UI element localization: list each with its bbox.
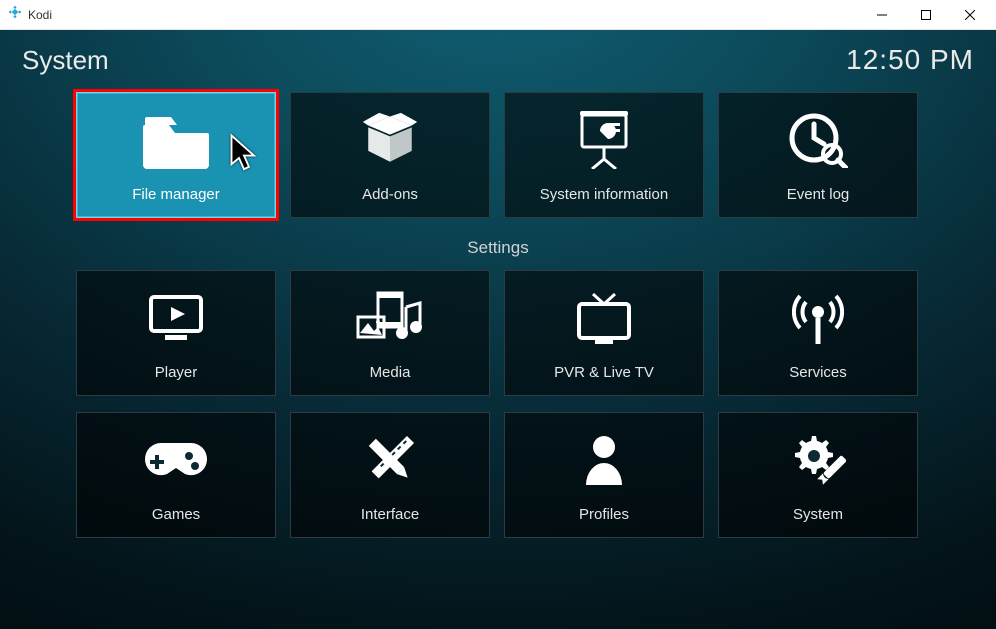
titlebar: Kodi: [0, 0, 996, 30]
app-body: System 12:50 PM File manager: [0, 30, 996, 629]
tile-profiles[interactable]: Profiles: [504, 412, 704, 538]
kodi-logo-icon: [8, 5, 22, 24]
minimize-button[interactable]: [860, 1, 904, 29]
tile-pvr-live-tv[interactable]: PVR & Live TV: [504, 270, 704, 396]
tile-games[interactable]: Games: [76, 412, 276, 538]
box-open-icon: [361, 108, 419, 172]
tile-file-manager[interactable]: File manager: [76, 92, 276, 218]
row-top: File manager Add-ons System informati: [76, 92, 920, 218]
tv-icon: [575, 286, 633, 350]
tile-label: System: [793, 506, 843, 523]
tile-label: File manager: [132, 186, 220, 203]
tile-label: Event log: [787, 186, 850, 203]
gamepad-icon: [143, 428, 209, 492]
clock-search-icon: [788, 108, 848, 172]
tile-label: Games: [152, 506, 200, 523]
player-icon: [147, 286, 205, 350]
person-icon: [582, 428, 626, 492]
content: File manager Add-ons System informati: [0, 82, 996, 538]
maximize-button[interactable]: [904, 1, 948, 29]
header: System 12:50 PM: [0, 30, 996, 82]
tile-label: PVR & Live TV: [554, 364, 654, 381]
folder-icon: [141, 108, 211, 172]
tile-label: Interface: [361, 506, 419, 523]
window-title: Kodi: [28, 8, 52, 22]
clock: 12:50 PM: [846, 44, 974, 76]
tile-label: Profiles: [579, 506, 629, 523]
media-icon: [356, 286, 424, 350]
tile-label: Player: [155, 364, 198, 381]
tile-label: Media: [370, 364, 411, 381]
titlebar-left: Kodi: [8, 5, 52, 24]
cursor-icon: [229, 133, 259, 178]
tile-label: Services: [789, 364, 847, 381]
tile-add-ons[interactable]: Add-ons: [290, 92, 490, 218]
tile-label: System information: [540, 186, 668, 203]
tile-event-log[interactable]: Event log: [718, 92, 918, 218]
row-settings-2: Games Interface Profiles: [76, 412, 920, 538]
antenna-icon: [792, 286, 844, 350]
tile-player[interactable]: Player: [76, 270, 276, 396]
tile-system-information[interactable]: System information: [504, 92, 704, 218]
presentation-icon: [580, 108, 628, 172]
page-title: System: [22, 45, 109, 76]
tile-services[interactable]: Services: [718, 270, 918, 396]
section-label: Settings: [76, 238, 920, 258]
tile-label: Add-ons: [362, 186, 418, 203]
window: Kodi System 12:50 PM: [0, 0, 996, 629]
ruler-pencil-icon: [363, 428, 417, 492]
tile-media[interactable]: Media: [290, 270, 490, 396]
row-settings-1: Player Media PVR & Live TV: [76, 270, 920, 396]
tile-system[interactable]: System: [718, 412, 918, 538]
gear-tool-icon: [790, 428, 846, 492]
close-button[interactable]: [948, 1, 992, 29]
tile-interface[interactable]: Interface: [290, 412, 490, 538]
